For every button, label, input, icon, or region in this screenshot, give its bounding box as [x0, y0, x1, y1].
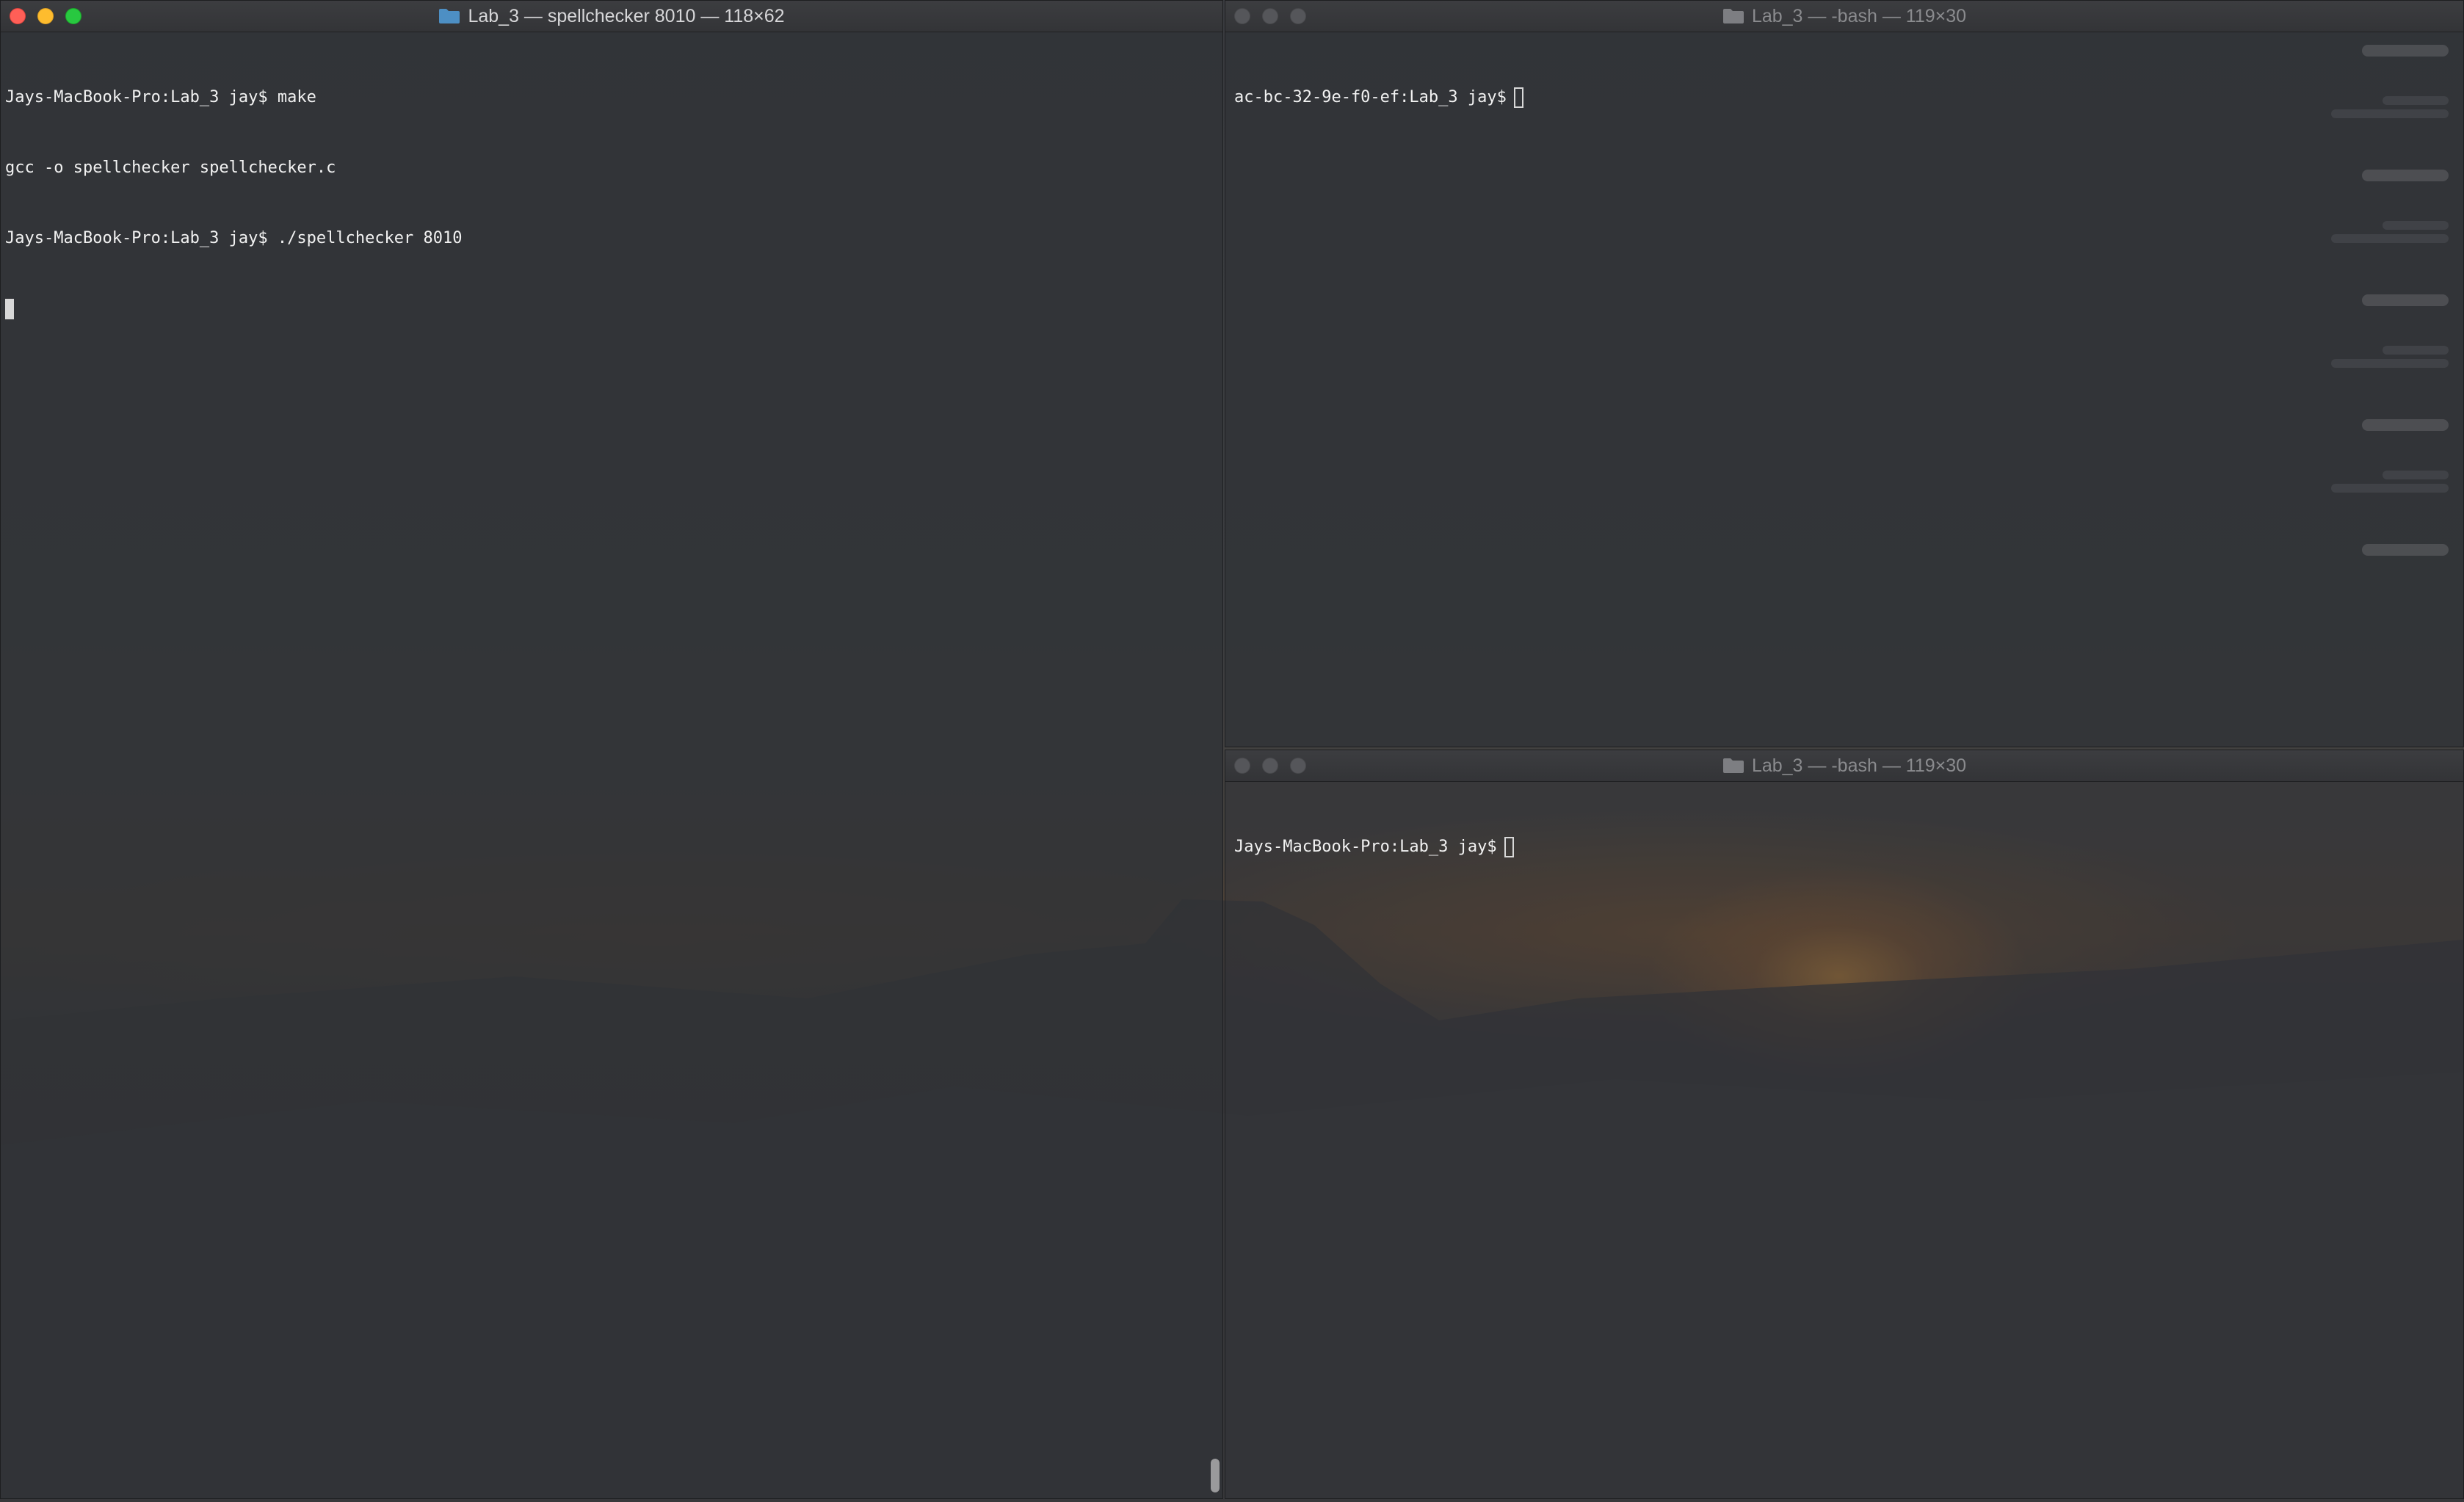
zoom-button[interactable] [1290, 758, 1306, 774]
terminal-window-spellchecker[interactable]: Lab_3 — spellchecker 8010 — 118×62 Jays-… [0, 0, 1223, 1499]
terminal-line: Jays-MacBook-Pro:Lab_3 jay$ ./spellcheck… [5, 229, 463, 247]
window-title: Lab_3 — spellchecker 8010 — 118×62 [438, 5, 785, 27]
title-bar[interactable]: Lab_3 — -bash — 119×30 [1225, 750, 2463, 782]
window-title-text: Lab_3 — spellchecker 8010 — 118×62 [468, 5, 785, 26]
folder-icon [1722, 758, 1744, 774]
window-controls [10, 8, 81, 24]
terminal-line: Jays-MacBook-Pro:Lab_3 jay$ make [5, 88, 316, 106]
title-bar[interactable]: Lab_3 — -bash — 119×30 [1225, 1, 2463, 32]
window-title: Lab_3 — -bash — 119×30 [1722, 6, 1966, 27]
text-cursor [5, 299, 14, 319]
terminal-window-bash-bottom[interactable]: Lab_3 — -bash — 119×30 Jays-MacBook-Pro:… [1225, 750, 2464, 1499]
shell-prompt: Jays-MacBook-Pro:Lab_3 jay$ [1234, 838, 1497, 856]
zoom-button[interactable] [65, 8, 81, 24]
scrollbar[interactable] [1211, 1459, 1220, 1492]
text-cursor [1504, 837, 1514, 857]
minimize-button[interactable] [37, 8, 54, 24]
minimize-button[interactable] [1262, 8, 1278, 24]
close-button[interactable] [1234, 8, 1250, 24]
window-title: Lab_3 — -bash — 119×30 [1722, 755, 1966, 777]
terminal-line: gcc -o spellchecker spellchecker.c [5, 159, 336, 177]
window-title-text: Lab_3 — -bash — 119×30 [1751, 755, 1967, 776]
close-button[interactable] [10, 8, 26, 24]
window-title-text: Lab_3 — -bash — 119×30 [1751, 5, 1967, 26]
terminal-output[interactable]: Jays-MacBook-Pro:Lab_3 jay$ [1234, 788, 2449, 906]
folder-icon [1722, 8, 1744, 24]
window-controls [1234, 758, 1306, 774]
text-cursor [1513, 87, 1523, 108]
zoom-button[interactable] [1290, 8, 1306, 24]
title-bar[interactable]: Lab_3 — spellchecker 8010 — 118×62 [1, 1, 1222, 32]
window-controls [1234, 8, 1306, 24]
folder-icon [438, 8, 460, 24]
terminal-output[interactable]: Jays-MacBook-Pro:Lab_3 jay$ make gcc -o … [5, 39, 1208, 368]
terminal-output[interactable]: ac-bc-32-9e-f0-ef:Lab_3 jay$ [1234, 39, 2449, 156]
shell-prompt: ac-bc-32-9e-f0-ef:Lab_3 jay$ [1234, 88, 1507, 106]
terminal-window-bash-top[interactable]: Lab_3 — -bash — 119×30 ac-bc-32-9e-f0-ef… [1225, 0, 2464, 747]
minimize-button[interactable] [1262, 758, 1278, 774]
desktop-thumbnails-shadow [2302, 45, 2449, 556]
close-button[interactable] [1234, 758, 1250, 774]
